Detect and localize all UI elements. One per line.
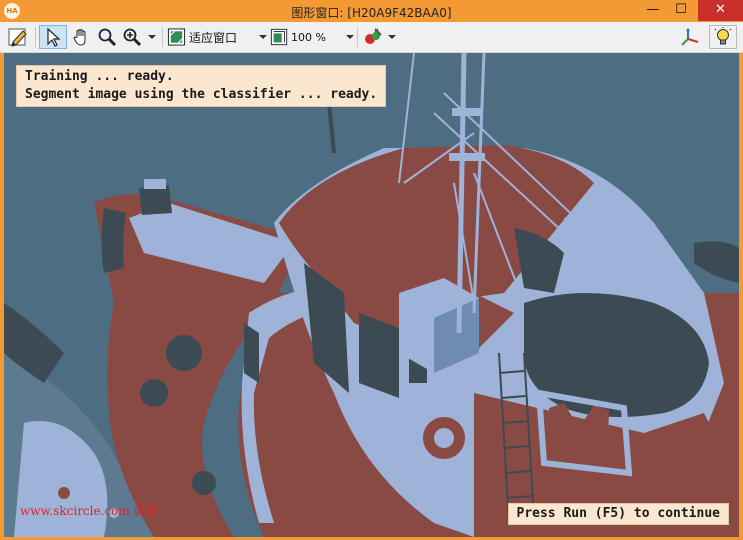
pointer-icon bbox=[47, 27, 61, 47]
chevron-down-icon bbox=[346, 35, 354, 39]
pan-tool-button[interactable] bbox=[68, 25, 94, 49]
fit-window-dropdown[interactable]: 适应窗口 bbox=[167, 25, 267, 49]
toolbar-separator bbox=[35, 27, 36, 47]
minimize-button[interactable]: — bbox=[638, 0, 668, 21]
toolbar-separator bbox=[357, 27, 358, 47]
maximize-button[interactable]: ☐ bbox=[666, 0, 696, 21]
chevron-down-icon bbox=[148, 35, 156, 39]
message-line: Training ... ready. bbox=[25, 69, 174, 84]
fit-window-label: 适应窗口 bbox=[188, 30, 237, 45]
paint-icon bbox=[365, 28, 382, 44]
segmented-ship-image bbox=[4, 53, 739, 537]
color-tool-button[interactable] bbox=[361, 25, 397, 49]
zoom-level-label: 100 % bbox=[291, 30, 326, 44]
tips-button[interactable] bbox=[709, 25, 737, 49]
chevron-down-icon bbox=[388, 35, 396, 39]
fit-window-icon bbox=[167, 28, 186, 46]
magnifier-icon bbox=[98, 28, 117, 47]
watermark: www.skcircle.com 勇哥 bbox=[20, 504, 158, 518]
axes-3d-icon bbox=[681, 28, 699, 46]
toolbar: 适应窗口 100 % bbox=[0, 22, 743, 53]
close-button[interactable]: ✕ bbox=[698, 0, 743, 21]
chevron-down-icon bbox=[259, 35, 267, 39]
toolbar-separator bbox=[162, 27, 163, 47]
window-title: 图形窗口: [H20A9F42BAA0] bbox=[291, 6, 452, 20]
image-canvas[interactable]: Training ... ready. Segment image using … bbox=[4, 53, 739, 537]
zoom-in-icon bbox=[123, 28, 142, 47]
hand-icon bbox=[73, 29, 86, 46]
status-message: Training ... ready. Segment image using … bbox=[16, 65, 387, 107]
magnify-tool-button[interactable] bbox=[95, 25, 119, 49]
continue-message: Press Run (F5) to continue bbox=[507, 503, 729, 525]
message-line: Segment image using the classifier ... r… bbox=[25, 87, 378, 102]
pointer-tool-button[interactable] bbox=[39, 25, 67, 49]
edit-button[interactable] bbox=[4, 25, 32, 49]
zoom-level-icon bbox=[270, 28, 288, 46]
pencil-icon bbox=[8, 28, 27, 47]
lightbulb-icon bbox=[714, 27, 732, 45]
title-bar[interactable]: HA 图形窗口: [H20A9F42BAA0] — ☐ ✕ bbox=[0, 0, 743, 22]
zoom-in-button[interactable] bbox=[120, 25, 158, 49]
3d-axes-button[interactable] bbox=[677, 25, 703, 49]
graphics-window: HA 图形窗口: [H20A9F42BAA0] — ☐ ✕ 适应窗口 100 %… bbox=[0, 0, 743, 540]
zoom-level-dropdown[interactable]: 100 % bbox=[270, 25, 354, 49]
